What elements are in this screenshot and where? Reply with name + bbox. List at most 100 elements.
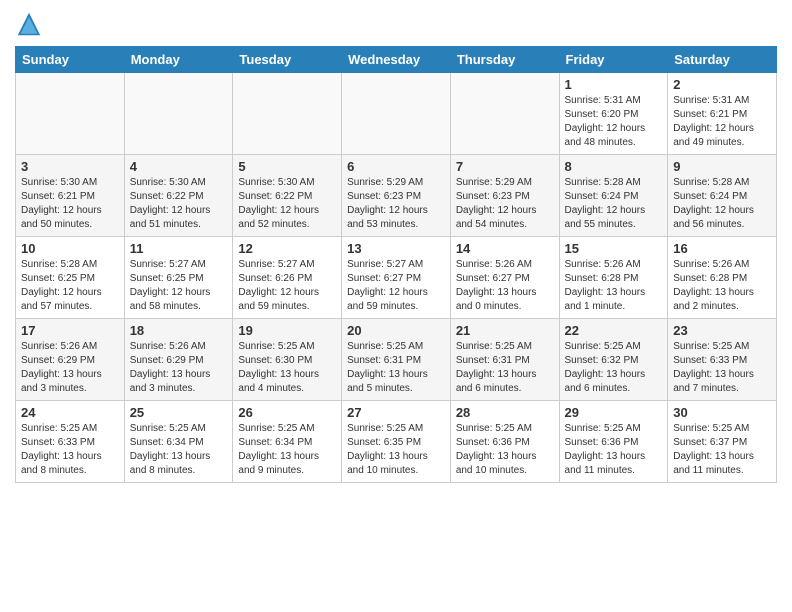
day-cell: 8 Sunrise: 5:28 AM Sunset: 6:24 PM Daylig… (559, 155, 668, 237)
day-info: Sunrise: 5:28 AM Sunset: 6:24 PM Dayligh… (565, 176, 663, 232)
day-info: Sunrise: 5:25 AM Sunset: 6:36 PM Dayligh… (565, 422, 663, 478)
logo (15, 10, 47, 38)
day-cell (342, 73, 451, 155)
day-cell: 11 Sunrise: 5:27 AM Sunset: 6:25 PM Dayli… (124, 237, 233, 319)
day-number: 18 (130, 323, 228, 338)
day-number: 14 (456, 241, 554, 256)
day-cell: 26 Sunrise: 5:25 AM Sunset: 6:34 PM Dayli… (233, 401, 342, 483)
day-info: Sunrise: 5:25 AM Sunset: 6:31 PM Dayligh… (456, 340, 554, 396)
day-cell: 23 Sunrise: 5:25 AM Sunset: 6:33 PM Dayli… (668, 319, 777, 401)
day-number: 5 (238, 159, 336, 174)
day-info: Sunrise: 5:26 AM Sunset: 6:27 PM Dayligh… (456, 258, 554, 314)
col-header-saturday: Saturday (668, 47, 777, 73)
day-cell: 21 Sunrise: 5:25 AM Sunset: 6:31 PM Dayli… (450, 319, 559, 401)
day-cell (450, 73, 559, 155)
col-header-friday: Friday (559, 47, 668, 73)
day-number: 19 (238, 323, 336, 338)
day-info: Sunrise: 5:29 AM Sunset: 6:23 PM Dayligh… (347, 176, 445, 232)
day-info: Sunrise: 5:30 AM Sunset: 6:22 PM Dayligh… (238, 176, 336, 232)
day-cell: 4 Sunrise: 5:30 AM Sunset: 6:22 PM Daylig… (124, 155, 233, 237)
day-number: 13 (347, 241, 445, 256)
calendar-table: SundayMondayTuesdayWednesdayThursdayFrid… (15, 46, 777, 483)
week-row-2: 3 Sunrise: 5:30 AM Sunset: 6:21 PM Daylig… (16, 155, 777, 237)
day-info: Sunrise: 5:30 AM Sunset: 6:22 PM Dayligh… (130, 176, 228, 232)
day-cell (233, 73, 342, 155)
day-info: Sunrise: 5:25 AM Sunset: 6:33 PM Dayligh… (673, 340, 771, 396)
day-number: 20 (347, 323, 445, 338)
day-number: 17 (21, 323, 119, 338)
day-info: Sunrise: 5:25 AM Sunset: 6:35 PM Dayligh… (347, 422, 445, 478)
header-row: SundayMondayTuesdayWednesdayThursdayFrid… (16, 47, 777, 73)
day-info: Sunrise: 5:27 AM Sunset: 6:26 PM Dayligh… (238, 258, 336, 314)
day-number: 10 (21, 241, 119, 256)
day-info: Sunrise: 5:26 AM Sunset: 6:29 PM Dayligh… (130, 340, 228, 396)
day-number: 3 (21, 159, 119, 174)
day-number: 6 (347, 159, 445, 174)
day-number: 7 (456, 159, 554, 174)
day-cell: 5 Sunrise: 5:30 AM Sunset: 6:22 PM Daylig… (233, 155, 342, 237)
day-info: Sunrise: 5:26 AM Sunset: 6:28 PM Dayligh… (565, 258, 663, 314)
day-info: Sunrise: 5:25 AM Sunset: 6:33 PM Dayligh… (21, 422, 119, 478)
day-cell: 13 Sunrise: 5:27 AM Sunset: 6:27 PM Dayli… (342, 237, 451, 319)
day-number: 27 (347, 405, 445, 420)
day-cell: 14 Sunrise: 5:26 AM Sunset: 6:27 PM Dayli… (450, 237, 559, 319)
day-number: 9 (673, 159, 771, 174)
day-number: 22 (565, 323, 663, 338)
day-cell: 24 Sunrise: 5:25 AM Sunset: 6:33 PM Dayli… (16, 401, 125, 483)
day-cell: 30 Sunrise: 5:25 AM Sunset: 6:37 PM Dayli… (668, 401, 777, 483)
day-info: Sunrise: 5:25 AM Sunset: 6:34 PM Dayligh… (130, 422, 228, 478)
day-number: 28 (456, 405, 554, 420)
day-cell: 12 Sunrise: 5:27 AM Sunset: 6:26 PM Dayli… (233, 237, 342, 319)
day-number: 30 (673, 405, 771, 420)
day-cell: 3 Sunrise: 5:30 AM Sunset: 6:21 PM Daylig… (16, 155, 125, 237)
day-cell: 7 Sunrise: 5:29 AM Sunset: 6:23 PM Daylig… (450, 155, 559, 237)
day-number: 21 (456, 323, 554, 338)
day-cell: 9 Sunrise: 5:28 AM Sunset: 6:24 PM Daylig… (668, 155, 777, 237)
col-header-wednesday: Wednesday (342, 47, 451, 73)
day-number: 26 (238, 405, 336, 420)
page-container: SundayMondayTuesdayWednesdayThursdayFrid… (0, 0, 792, 493)
day-info: Sunrise: 5:30 AM Sunset: 6:21 PM Dayligh… (21, 176, 119, 232)
day-info: Sunrise: 5:29 AM Sunset: 6:23 PM Dayligh… (456, 176, 554, 232)
day-info: Sunrise: 5:31 AM Sunset: 6:20 PM Dayligh… (565, 94, 663, 150)
col-header-sunday: Sunday (16, 47, 125, 73)
day-cell: 22 Sunrise: 5:25 AM Sunset: 6:32 PM Dayli… (559, 319, 668, 401)
day-info: Sunrise: 5:25 AM Sunset: 6:34 PM Dayligh… (238, 422, 336, 478)
day-cell: 18 Sunrise: 5:26 AM Sunset: 6:29 PM Dayli… (124, 319, 233, 401)
day-cell (124, 73, 233, 155)
day-info: Sunrise: 5:25 AM Sunset: 6:30 PM Dayligh… (238, 340, 336, 396)
day-number: 11 (130, 241, 228, 256)
logo-icon (15, 10, 43, 38)
day-number: 2 (673, 77, 771, 92)
day-info: Sunrise: 5:31 AM Sunset: 6:21 PM Dayligh… (673, 94, 771, 150)
day-cell: 16Sunrise: 5:26 AM Sunset: 6:28 PM Dayli… (668, 237, 777, 319)
day-cell: 10 Sunrise: 5:28 AM Sunset: 6:25 PM Dayli… (16, 237, 125, 319)
day-number: 24 (21, 405, 119, 420)
day-number: 12 (238, 241, 336, 256)
day-cell: 15 Sunrise: 5:26 AM Sunset: 6:28 PM Dayli… (559, 237, 668, 319)
day-info: Sunrise: 5:26 AM Sunset: 6:29 PM Dayligh… (21, 340, 119, 396)
day-cell: 25Sunrise: 5:25 AM Sunset: 6:34 PM Dayli… (124, 401, 233, 483)
day-number: 8 (565, 159, 663, 174)
day-cell (16, 73, 125, 155)
week-row-1: 1Sunrise: 5:31 AM Sunset: 6:20 PM Daylig… (16, 73, 777, 155)
header (15, 10, 777, 38)
day-info: Sunrise: 5:28 AM Sunset: 6:24 PM Dayligh… (673, 176, 771, 232)
day-number: 23 (673, 323, 771, 338)
day-cell: 6 Sunrise: 5:29 AM Sunset: 6:23 PM Daylig… (342, 155, 451, 237)
day-cell: 1Sunrise: 5:31 AM Sunset: 6:20 PM Daylig… (559, 73, 668, 155)
week-row-3: 10 Sunrise: 5:28 AM Sunset: 6:25 PM Dayli… (16, 237, 777, 319)
col-header-thursday: Thursday (450, 47, 559, 73)
day-cell: 19 Sunrise: 5:25 AM Sunset: 6:30 PM Dayli… (233, 319, 342, 401)
day-cell: 20Sunrise: 5:25 AM Sunset: 6:31 PM Dayli… (342, 319, 451, 401)
day-info: Sunrise: 5:27 AM Sunset: 6:25 PM Dayligh… (130, 258, 228, 314)
day-number: 15 (565, 241, 663, 256)
day-info: Sunrise: 5:25 AM Sunset: 6:32 PM Dayligh… (565, 340, 663, 396)
day-info: Sunrise: 5:26 AM Sunset: 6:28 PM Dayligh… (673, 258, 771, 314)
day-info: Sunrise: 5:27 AM Sunset: 6:27 PM Dayligh… (347, 258, 445, 314)
col-header-monday: Monday (124, 47, 233, 73)
day-info: Sunrise: 5:25 AM Sunset: 6:36 PM Dayligh… (456, 422, 554, 478)
day-info: Sunrise: 5:25 AM Sunset: 6:37 PM Dayligh… (673, 422, 771, 478)
day-number: 4 (130, 159, 228, 174)
day-info: Sunrise: 5:28 AM Sunset: 6:25 PM Dayligh… (21, 258, 119, 314)
